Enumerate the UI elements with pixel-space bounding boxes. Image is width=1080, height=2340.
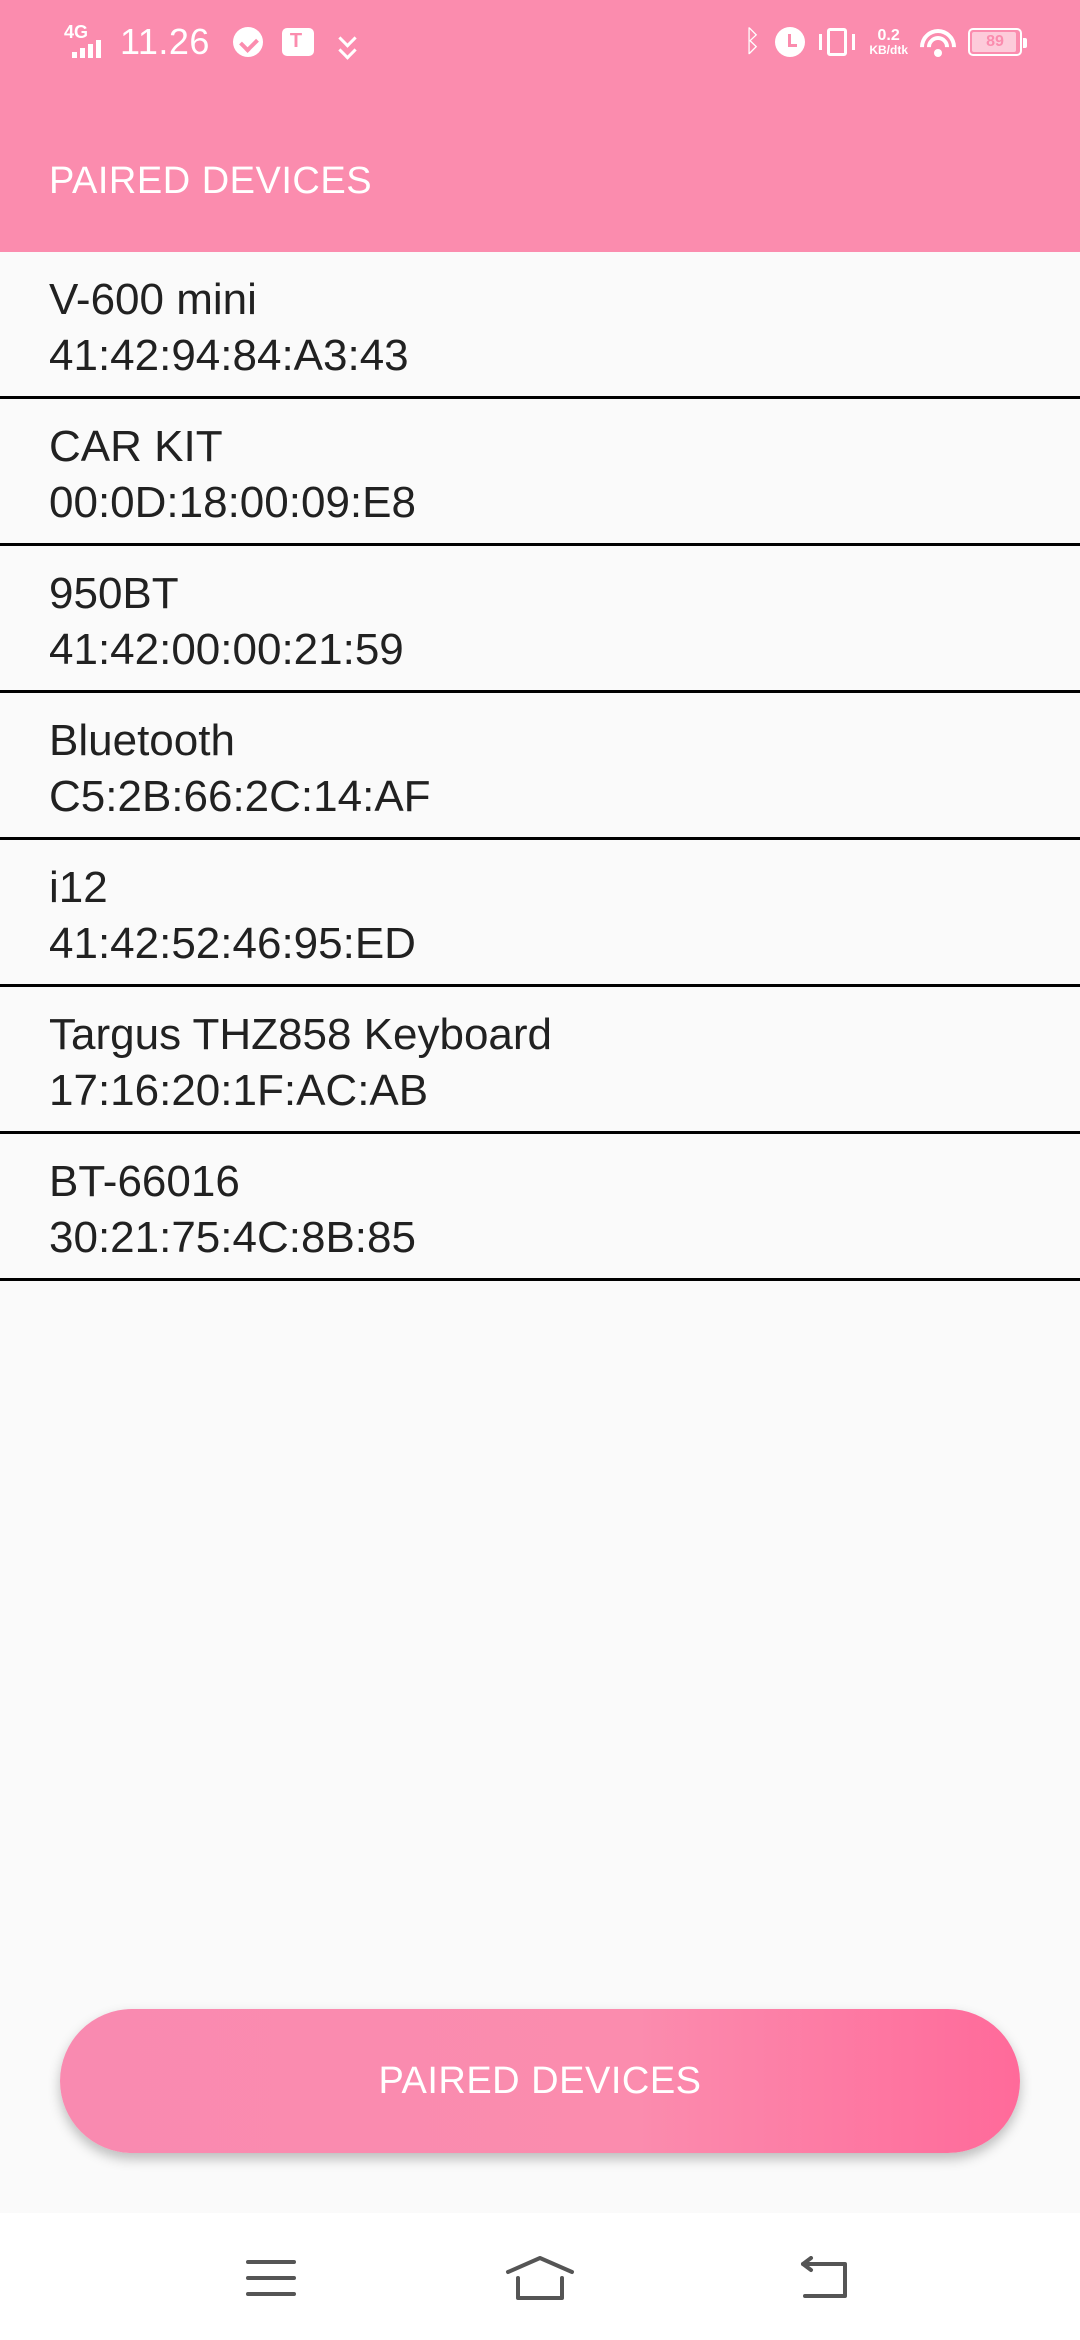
status-bar: 4G 11.26 ᛒ 0.2 KB/dtk xyxy=(0,0,1080,84)
device-address: 30:21:75:4C:8B:85 xyxy=(49,1213,416,1262)
back-icon xyxy=(801,2256,847,2298)
status-bar-right: ᛒ 0.2 KB/dtk 89 xyxy=(741,18,1027,66)
menu-button[interactable] xyxy=(221,2233,321,2323)
device-name: i12 xyxy=(49,863,108,912)
net-speed-value: 0.2 xyxy=(877,27,900,44)
device-item[interactable]: 950BT 41:42:00:00:21:59 xyxy=(0,546,1080,693)
navigation-bar xyxy=(0,2213,1080,2340)
menu-icon xyxy=(246,2260,296,2296)
paired-devices-button[interactable]: PAIRED DEVICES xyxy=(60,2009,1020,2153)
telegram-icon xyxy=(230,24,266,60)
home-button[interactable] xyxy=(490,2233,590,2323)
device-address: 41:42:00:00:21:59 xyxy=(49,625,404,674)
battery-level: 89 xyxy=(986,33,1004,50)
device-name: V-600 mini xyxy=(49,275,257,324)
device-name: Bluetooth xyxy=(49,716,235,765)
device-item[interactable]: Bluetooth C5:2B:66:2C:14:AF xyxy=(0,693,1080,840)
bluetooth-icon: ᛒ xyxy=(743,25,762,58)
device-address: C5:2B:66:2C:14:AF xyxy=(49,772,431,821)
download-icon xyxy=(330,24,366,60)
home-icon xyxy=(506,2256,574,2300)
vibrate-icon xyxy=(817,26,857,58)
top-bar: 4G 11.26 ᛒ 0.2 KB/dtk xyxy=(0,0,1080,252)
device-item[interactable]: CAR KIT 00:0D:18:00:09:E8 xyxy=(0,399,1080,546)
back-button[interactable] xyxy=(773,2233,873,2323)
signal-icon: 4G xyxy=(62,22,110,62)
alarm-icon xyxy=(775,27,806,57)
device-address: 41:42:94:84:A3:43 xyxy=(49,331,409,380)
device-list: V-600 mini 41:42:94:84:A3:43 CAR KIT 00:… xyxy=(0,252,1080,1281)
device-name: Targus THZ858 Keyboard xyxy=(49,1010,553,1059)
net-speed-unit: KB/dtk xyxy=(869,43,908,57)
device-name: BT-66016 xyxy=(49,1157,240,1206)
device-name: CAR KIT xyxy=(49,422,223,471)
device-item[interactable]: i12 41:42:52:46:95:ED xyxy=(0,840,1080,987)
device-name: 950BT xyxy=(49,569,179,618)
device-address: 00:0D:18:00:09:E8 xyxy=(49,478,416,527)
wifi-icon xyxy=(920,27,956,57)
battery-icon: 89 xyxy=(968,28,1027,56)
device-item[interactable]: Targus THZ858 Keyboard 17:16:20:1F:AC:AB xyxy=(0,987,1080,1134)
teams-icon xyxy=(280,24,316,60)
device-address: 41:42:52:46:95:ED xyxy=(49,919,416,968)
device-item[interactable]: BT-66016 30:21:75:4C:8B:85 xyxy=(0,1134,1080,1281)
status-bar-left: 4G 11.26 xyxy=(62,18,380,66)
app-bar-title: PAIRED DEVICES xyxy=(49,160,373,202)
device-address: 17:16:20:1F:AC:AB xyxy=(49,1066,429,1115)
device-item[interactable]: V-600 mini 41:42:94:84:A3:43 xyxy=(0,252,1080,399)
net-speed: 0.2 KB/dtk xyxy=(869,27,908,57)
status-time: 11.26 xyxy=(120,21,210,62)
screen: 4G 11.26 ᛒ 0.2 KB/dtk xyxy=(0,0,1080,2340)
